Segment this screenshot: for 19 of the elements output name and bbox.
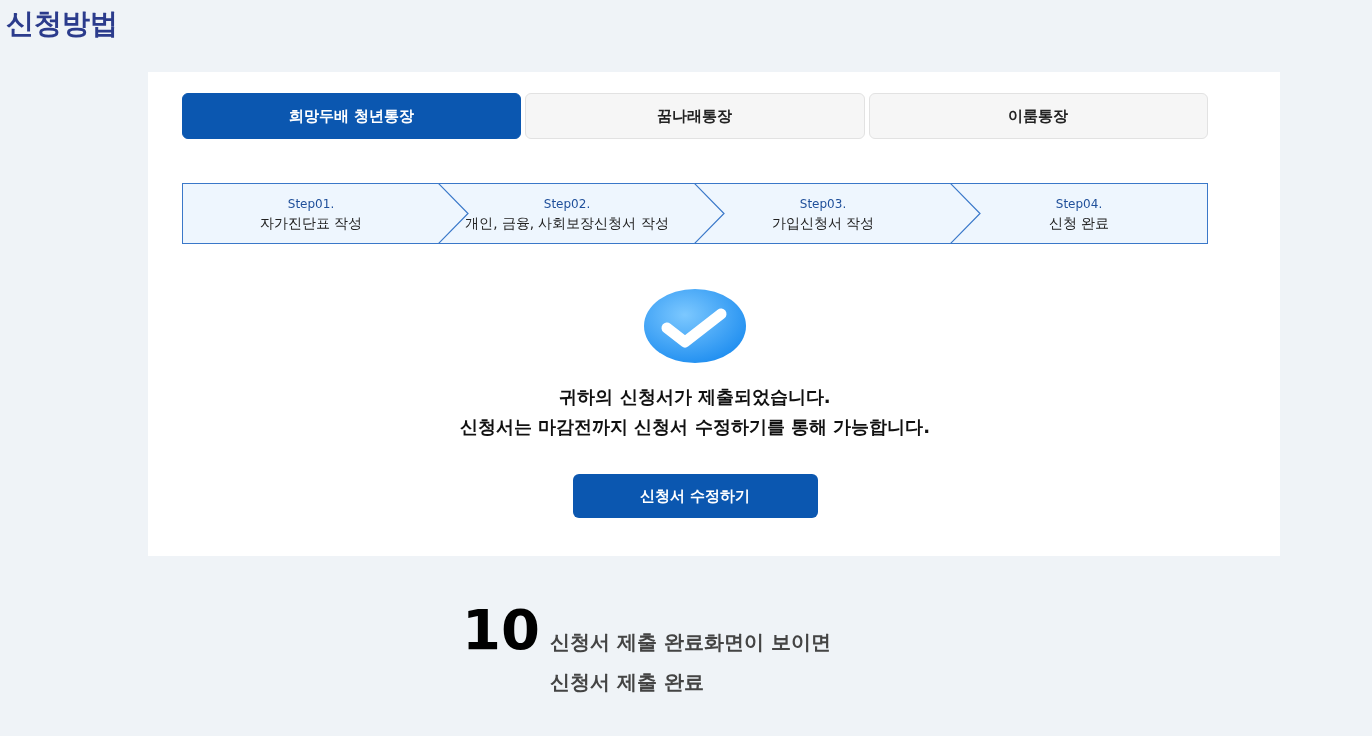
page-title: 신청방법 [5,6,119,42]
tab[interactable]: 이룸통장 [868,93,1208,140]
step-label: 신청 완료 [1048,213,1110,233]
tab[interactable]: 꿈나래통장 [525,93,865,140]
step-number: Step03. [799,195,847,213]
step-number: Step04. [1055,195,1103,213]
step-number: Step02. [543,195,591,213]
confirmation-message: 신청서는 마감전까지 신청서 수정하기를 통해 가능합니다. [459,415,931,440]
step-label: 개인, 금융, 사회보장신청서 작성 [465,213,669,233]
instruction-text: 신청서 제출 완료화면이 보이면 [549,629,831,657]
confirmation-message: 귀하의 신청서가 제출되었습니다. [559,385,831,410]
step-label: 가입신청서 작성 [771,213,875,233]
step-number: Step01. [287,195,335,213]
instruction-text: 신청서 제출 완료 [549,669,705,697]
tab[interactable]: 희망두배 청년통장 [182,93,522,140]
step-label: 자가진단표 작성 [259,213,363,233]
check-icon [643,288,747,365]
edit-application-button[interactable]: 신청서 수정하기 [572,474,818,519]
step-number: 10 [462,602,540,665]
